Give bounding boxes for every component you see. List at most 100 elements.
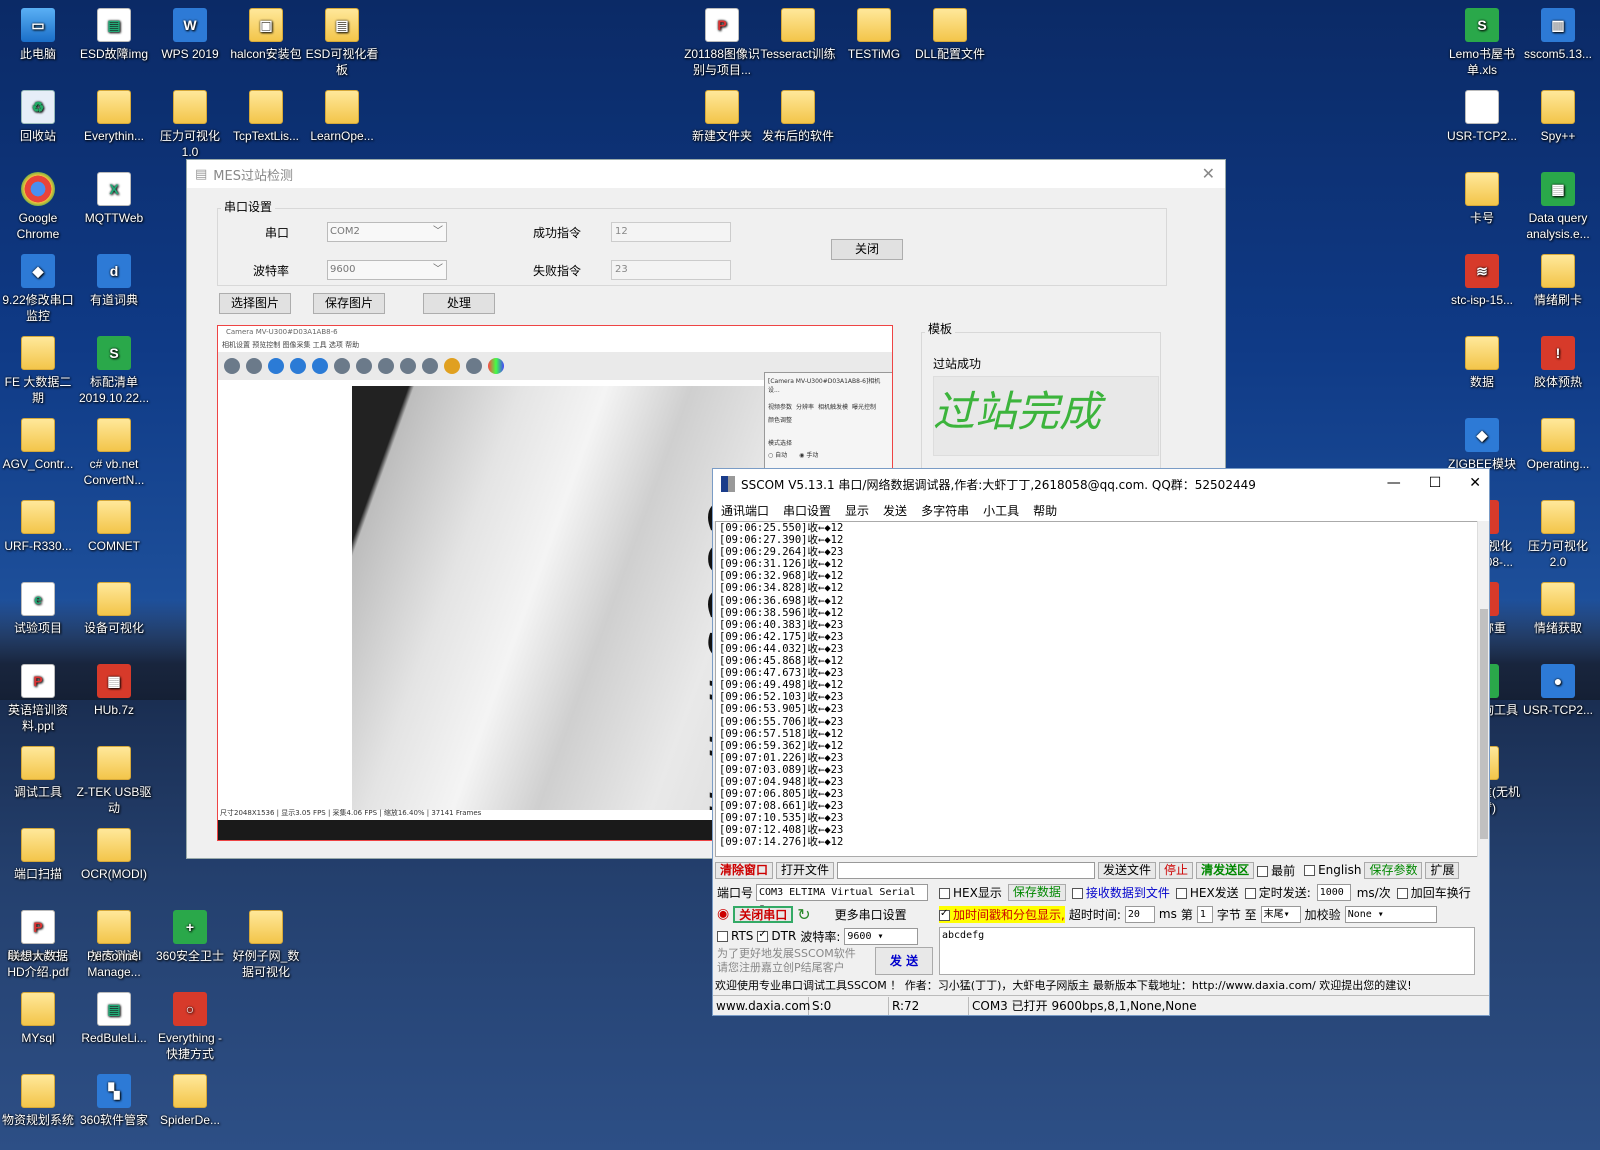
desktop-icon[interactable]: Spy++ [1520, 90, 1596, 144]
clear-send-button[interactable]: 清发送区 [1196, 861, 1255, 879]
desktop-icon[interactable]: ▦ Data query analysis.e... [1520, 172, 1596, 242]
save-data-button[interactable]: 保存数据 [1007, 883, 1066, 901]
desktop-icon[interactable]: Personnel Manage... [76, 910, 152, 980]
manual-radio[interactable]: ◉ 手动 [799, 450, 818, 459]
desktop-icon[interactable]: URF-R330... [0, 500, 76, 554]
desktop-icon[interactable]: TESTiMG [836, 8, 912, 62]
pause-icon[interactable] [290, 358, 306, 374]
port-number-select[interactable]: COM3 ELTIMA Virtual Serial ▾ [756, 883, 929, 913]
desktop-icon[interactable]: MYsql [0, 992, 76, 1046]
file-path-input[interactable] [837, 861, 1096, 879]
timestamp-checkbox[interactable]: 加时间戳和分包显示, [939, 905, 1065, 923]
expand-button[interactable]: 扩展 [1425, 861, 1460, 879]
port-select[interactable]: COM2 ﹀ [327, 222, 447, 242]
timed-send-checkbox[interactable]: 定时发送: [1244, 884, 1311, 901]
tools-icon[interactable] [422, 358, 438, 374]
monitor-icon[interactable] [378, 358, 394, 374]
recv-to-file-checkbox[interactable]: 接收数据到文件 [1071, 884, 1170, 901]
play-icon[interactable] [268, 358, 284, 374]
maximize-icon[interactable]: ☐ [1429, 475, 1442, 491]
clear-window-button[interactable]: 清除窗口 [715, 861, 774, 879]
camera-dialog-tab[interactable]: 曝光控制 [852, 402, 876, 411]
desktop-icon[interactable]: +360安全卫士 [152, 910, 228, 964]
capture-icon[interactable] [400, 358, 416, 374]
dtr-checkbox[interactable]: DTR [757, 929, 796, 943]
desktop-icon[interactable]: ◆ ZIGBEE模块 [1444, 418, 1520, 472]
desktop-icon[interactable]: d 有道词典 [76, 254, 152, 308]
desktop-icon[interactable]: ▭ 此电脑 [0, 8, 76, 62]
timed-interval-input[interactable]: 1000 [1316, 883, 1351, 901]
topmost-checkbox[interactable]: 最前 [1257, 862, 1295, 879]
close-button[interactable]: 关闭 [831, 239, 903, 260]
minimize-icon[interactable]: — [1387, 475, 1401, 491]
checksum-select[interactable]: None ▾ [1344, 905, 1437, 923]
desktop-icon[interactable]: ▚ 360软件管家 [76, 1074, 152, 1128]
desktop-icon[interactable]: 卡号 [1444, 172, 1520, 226]
desktop-icon[interactable]: ▣ halcon安装包 [228, 8, 304, 62]
hex-send-checkbox[interactable]: HEX发送 [1175, 884, 1239, 901]
desktop-icon[interactable]: W WPS 2019 [152, 8, 228, 62]
desktop-icon[interactable]: P Z01188图像识别与项目... [684, 8, 760, 78]
desktop-icon[interactable]: ▦ HUb.7z [76, 664, 152, 718]
fail-command-field[interactable]: 23 [611, 260, 731, 280]
auto-radio[interactable]: ○ 自动 [768, 450, 787, 459]
desktop-icon[interactable]: Z-TEK USB驱动 [76, 746, 152, 816]
success-command-field[interactable]: 12 [611, 222, 731, 242]
camera-dialog-tab[interactable]: 颜色调整 [768, 415, 792, 424]
color-icon[interactable] [488, 358, 504, 374]
desktop-icon[interactable]: 好例子网_数据可视化 [228, 910, 304, 980]
camera-settings-icon[interactable] [224, 358, 240, 374]
desktop-icon[interactable]: X MQTTWeb [76, 172, 152, 226]
desktop-icon[interactable]: FE 大数据二期 [0, 336, 76, 406]
desktop-icon[interactable]: Operating... [1520, 418, 1596, 472]
desktop-icon[interactable]: ▥ sscom5.13... [1520, 8, 1596, 62]
close-icon[interactable]: ✕ [1469, 475, 1481, 491]
desktop-icon[interactable]: COMNET [76, 500, 152, 554]
desktop-icon[interactable]: 调试工具 [0, 746, 76, 800]
process-button[interactable]: 处理 [423, 293, 495, 314]
desktop-icon[interactable]: ▤ RedBuleLi... [76, 992, 152, 1046]
desktop-icon[interactable]: ♻ 回收站 [0, 90, 76, 144]
add-newline-checkbox[interactable]: 加回车换行 [1396, 884, 1471, 901]
desktop-icon[interactable]: 数据 [1444, 336, 1520, 390]
stop-button[interactable]: 停止 [1159, 861, 1194, 879]
send-button[interactable]: 发 送 [875, 947, 933, 975]
desktop-icon[interactable]: LearnOpe... [304, 90, 380, 144]
desktop-icon[interactable]: S Lemo书屋书单.xls [1444, 8, 1520, 78]
desktop-icon[interactable]: 压力可视化1.0 [152, 90, 228, 160]
desktop-icon[interactable]: 设备可视化 [76, 582, 152, 636]
baud-rate-select[interactable]: 9600 ▾ [844, 927, 919, 945]
status-site[interactable]: www.daxia.com [713, 996, 810, 1015]
receive-log[interactable]: [09:06:25.550]收←◆12 [09:06:27.390]收←◆12 [0… [715, 521, 1479, 857]
save-params-button[interactable]: 保存参数 [1364, 861, 1423, 879]
desktop-icon[interactable]: Tesseract训练 [760, 8, 836, 62]
hex-display-checkbox[interactable]: HEX显示 [939, 884, 1002, 901]
desktop-icon[interactable]: ◆ 9.22修改串口监控 [0, 254, 76, 324]
byte-from-input[interactable]: 1 [1196, 905, 1213, 923]
desktop-icon[interactable]: S 标配清单2019.10.22... [76, 336, 152, 406]
send-textarea[interactable]: abcdefg [939, 927, 1475, 975]
scrollbar-thumb[interactable] [1480, 609, 1488, 839]
menu-item[interactable]: 多字符串 [921, 502, 969, 519]
desktop-icon[interactable]: ● USR-TCP2... [1520, 664, 1596, 718]
byte-to-select[interactable]: 末尾▾ [1260, 905, 1301, 923]
menu-item[interactable]: 显示 [845, 502, 869, 519]
desktop-icon[interactable]: ▤ ESD故障img [76, 8, 152, 62]
desktop-icon[interactable]: TcpTextLis... [228, 90, 304, 144]
baud-select[interactable]: 9600 ﹀ [327, 260, 447, 280]
menu-item[interactable]: 通讯端口 [721, 502, 769, 519]
desktop-icon[interactable]: 新建文件夹 [684, 90, 760, 144]
save-image-button[interactable]: 保存图片 [313, 293, 385, 314]
menu-item[interactable]: 发送 [883, 502, 907, 519]
desktop-icon[interactable]: 发布后的软件 [760, 90, 836, 144]
close-icon[interactable]: ✕ [1202, 164, 1215, 183]
camera-dialog-tab[interactable]: 相机触发模 [818, 402, 848, 411]
stop-icon[interactable] [312, 358, 328, 374]
more-settings-button[interactable]: 更多串口设置 [835, 906, 907, 923]
desktop-icon[interactable]: ! 胶体预热 [1520, 336, 1596, 390]
zoom-in-icon[interactable] [334, 358, 350, 374]
menu-item[interactable]: 串口设置 [783, 502, 831, 519]
send-file-button[interactable]: 发送文件 [1098, 861, 1157, 879]
select-image-button[interactable]: 选择图片 [219, 293, 291, 314]
desktop-icon[interactable]: AGV_Contr... [0, 418, 76, 472]
